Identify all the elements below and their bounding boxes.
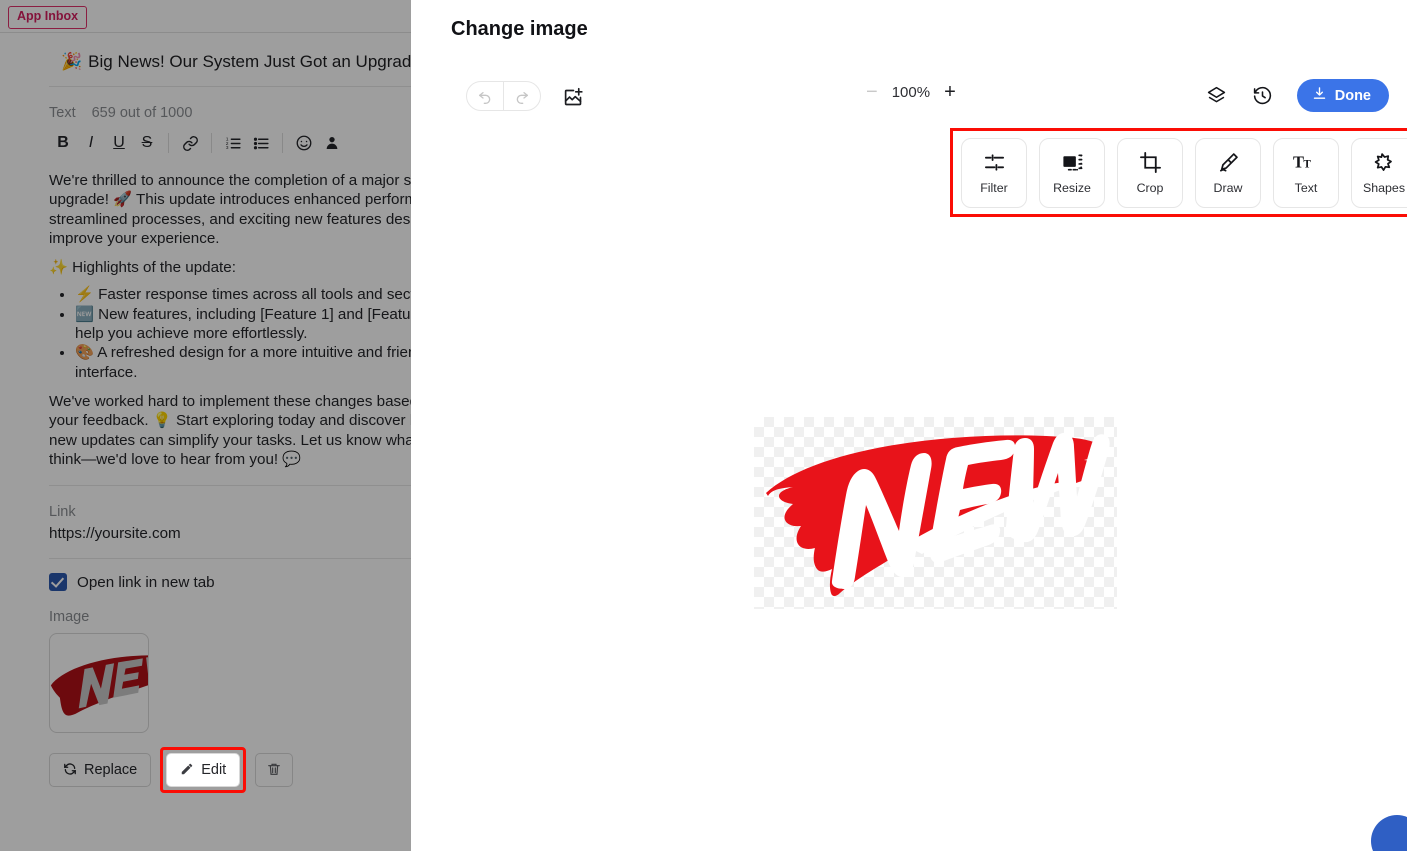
- svg-text:T: T: [1293, 153, 1304, 172]
- tool-text[interactable]: TT Text: [1273, 137, 1339, 208]
- underlying-app-panel: App Inbox 🎉 Big News! Our System Just Got…: [0, 0, 411, 851]
- link-label: Link: [49, 504, 76, 521]
- tool-filter[interactable]: Filter: [961, 137, 1027, 208]
- text-field-header: Text 659 out of 1000: [12, 87, 411, 121]
- new-badge-graphic: [766, 432, 1110, 596]
- body-paragraph-2: ✨ Highlights of the update:: [49, 259, 236, 277]
- edit-button-highlight: Edit: [160, 747, 247, 794]
- zoom-controls: − 100% +: [866, 82, 956, 102]
- tools-highlight-box: Filter Resize Crop Draw T T Text Shapes: [950, 128, 1407, 217]
- bullet-list-icon[interactable]: [247, 129, 275, 157]
- done-button[interactable]: Done: [1296, 79, 1389, 112]
- app-inbox-badge[interactable]: App Inbox: [8, 6, 88, 29]
- delete-image-button[interactable]: [255, 753, 294, 788]
- replace-button-label: Replace: [84, 762, 138, 779]
- app-topbar: App Inbox: [0, 0, 411, 33]
- message-editor-card: 🎉 Big News! Our System Just Got an Upgrad…: [12, 40, 411, 794]
- draw-pen-icon: [1217, 151, 1240, 175]
- tool-filter-label: Filter: [980, 180, 1008, 195]
- toolbar-divider: [168, 133, 169, 153]
- history-icon[interactable]: [1251, 84, 1275, 108]
- editor-tools-strip: Filter Resize Crop Draw T T Text Shapes: [953, 131, 1407, 214]
- layers-icon[interactable]: [1205, 84, 1229, 108]
- help-fab-button[interactable]: [1371, 815, 1407, 851]
- message-body[interactable]: We're thrilled to announce the completio…: [12, 171, 411, 469]
- open-link-new-tab-row[interactable]: Open link in new tab: [12, 559, 411, 592]
- rich-text-format-toolbar: B I U S 123: [12, 121, 411, 161]
- card-title: 🎉 Big News! Our System Just Got an Upgrad…: [49, 40, 411, 87]
- body-bullet-list: ⚡ Faster response times across all tools…: [49, 285, 411, 381]
- download-icon: [1312, 86, 1327, 105]
- new-badge-thumbnail-icon: [50, 655, 148, 716]
- tool-draw[interactable]: Draw: [1195, 137, 1261, 208]
- toolbar-divider: [282, 133, 283, 153]
- editor-header-actions: Done: [1205, 79, 1389, 112]
- underline-icon[interactable]: U: [105, 129, 133, 157]
- zoom-out-button[interactable]: −: [866, 82, 878, 102]
- screen: App Inbox 🎉 Big News! Our System Just Got…: [0, 0, 1407, 851]
- change-image-modal: Change image − 100% + Done Filter Resize…: [411, 0, 1407, 851]
- shapes-icon: [1373, 151, 1396, 175]
- edit-button-label: Edit: [201, 762, 227, 779]
- image-action-buttons: Replace Edit: [12, 733, 411, 794]
- filter-sliders-icon: [983, 151, 1006, 175]
- tool-crop[interactable]: Crop: [1117, 137, 1183, 208]
- tool-shapes[interactable]: Shapes: [1351, 137, 1407, 208]
- tool-draw-label: Draw: [1213, 180, 1243, 195]
- zoom-in-button[interactable]: +: [944, 82, 956, 102]
- tool-text-label: Text: [1294, 180, 1318, 195]
- body-paragraph-3: We've worked hard to implement these cha…: [49, 392, 411, 468]
- canvas-image[interactable]: [754, 417, 1117, 609]
- card-title-text: Big News! Our System Just Got an Upgrade: [88, 52, 411, 71]
- tool-shapes-label: Shapes: [1362, 180, 1406, 195]
- body-paragraph-1: We're thrilled to announce the completio…: [49, 172, 411, 247]
- strikethrough-icon[interactable]: S: [133, 129, 161, 157]
- list-item: 🆕 New features, including [Feature 1] an…: [75, 305, 411, 344]
- party-popper-icon: 🎉: [61, 52, 83, 71]
- checkbox-checked-icon[interactable]: [49, 573, 67, 592]
- text-icon: TT: [1293, 151, 1319, 175]
- image-canvas-area[interactable]: [411, 217, 1407, 851]
- replace-image-button[interactable]: Replace: [49, 753, 152, 788]
- emoji-icon[interactable]: [290, 129, 318, 157]
- tool-crop-label: Crop: [1136, 180, 1164, 195]
- undo-button[interactable]: [467, 82, 503, 110]
- tool-resize-label: Resize: [1053, 180, 1091, 195]
- image-label: Image: [49, 609, 90, 626]
- svg-text:T: T: [1303, 159, 1311, 171]
- personalization-icon[interactable]: [318, 129, 346, 157]
- list-item: ⚡ Faster response times across all tools…: [75, 285, 411, 304]
- bold-icon[interactable]: B: [49, 129, 77, 157]
- pencil-icon: [180, 762, 194, 779]
- editor-header: − 100% + Done: [411, 72, 1407, 122]
- replace-icon: [63, 762, 77, 779]
- link-icon[interactable]: [176, 129, 204, 157]
- list-item: 🎨 A refreshed design for a more intuitiv…: [75, 343, 411, 382]
- character-count: 659 out of 1000: [91, 105, 193, 121]
- edit-image-button[interactable]: Edit: [166, 753, 241, 788]
- redo-button[interactable]: [504, 82, 540, 110]
- zoom-level-label: 100%: [891, 83, 931, 101]
- add-image-button[interactable]: [559, 83, 587, 111]
- toolbar-divider: [211, 133, 212, 153]
- tool-resize[interactable]: Resize: [1039, 137, 1105, 208]
- resize-icon: [1061, 151, 1084, 175]
- trash-icon: [266, 761, 282, 780]
- modal-title: Change image: [451, 18, 588, 40]
- checkbox-label: Open link in new tab: [77, 573, 215, 591]
- crop-icon: [1139, 151, 1162, 175]
- done-button-label: Done: [1334, 87, 1371, 104]
- svg-text:3: 3: [225, 145, 228, 151]
- image-thumbnail[interactable]: [49, 633, 149, 734]
- italic-icon[interactable]: I: [77, 129, 105, 157]
- link-input[interactable]: https://yoursite.com: [12, 520, 411, 542]
- text-label: Text: [49, 105, 76, 121]
- ordered-list-icon[interactable]: 123: [219, 129, 247, 157]
- undo-redo-group: [466, 81, 541, 111]
